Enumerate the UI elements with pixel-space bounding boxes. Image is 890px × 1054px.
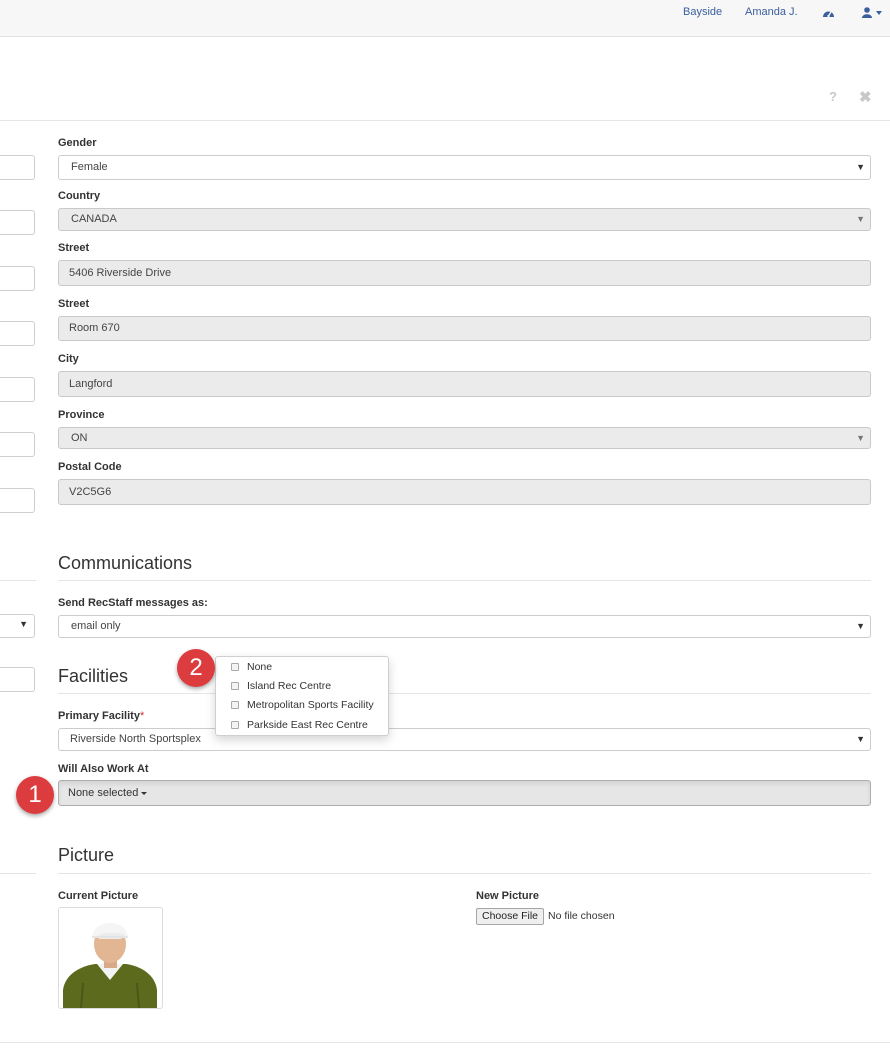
postal-code-value: V2C5G6: [69, 486, 112, 498]
nav-location-link[interactable]: Bayside: [683, 6, 722, 18]
street-label: Street: [58, 242, 90, 254]
option-checkbox[interactable]: [231, 721, 239, 729]
send-messages-value: email only: [71, 620, 121, 632]
footer-divider: [0, 1042, 890, 1043]
gender-value: Female: [71, 161, 108, 173]
caret-down-icon: ▼: [856, 162, 865, 172]
callout-badge-2: 2: [177, 649, 215, 687]
caret-down-icon: ▼: [19, 619, 28, 629]
also-work-at-value: None selected: [68, 787, 139, 799]
option-checkbox[interactable]: [231, 663, 239, 671]
send-messages-select[interactable]: email only ▼: [58, 615, 871, 638]
gender-label: Gender: [58, 137, 97, 149]
option-checkbox[interactable]: [231, 682, 239, 690]
primary-facility-label-text: Primary Facility: [58, 710, 140, 722]
province-select[interactable]: ON ▼: [58, 427, 871, 449]
left-column-input[interactable]: [0, 488, 35, 513]
picture-divider: [58, 873, 871, 874]
left-column-input[interactable]: [0, 432, 35, 457]
dropdown-option-label: Parkside East Rec Centre: [247, 719, 368, 731]
street-line-1-value: 5406 Riverside Drive: [69, 267, 172, 279]
dropdown-option-metropolitan-sports-facility[interactable]: Metropolitan Sports Facility: [216, 696, 388, 715]
callout-badge-1: 1: [16, 776, 54, 814]
left-column-input[interactable]: [0, 667, 35, 692]
gender-select[interactable]: Female ▼: [58, 155, 871, 180]
dropdown-option-island-rec-centre[interactable]: Island Rec Centre: [216, 677, 388, 696]
avatar: [58, 907, 163, 1009]
close-icon[interactable]: ✖: [859, 88, 872, 106]
facilities-section-title: Facilities: [58, 666, 129, 686]
city-value: Langford: [69, 378, 113, 390]
province-label: Province: [58, 409, 105, 421]
option-checkbox[interactable]: [231, 701, 239, 709]
caret-down-icon: ▼: [856, 734, 865, 744]
help-icon[interactable]: ?: [829, 89, 837, 104]
user-icon[interactable]: [862, 7, 884, 19]
top-navbar: Bayside Amanda J.: [0, 0, 890, 37]
default-avatar-image: [63, 923, 157, 1008]
left-column-input[interactable]: [0, 155, 35, 180]
choose-file-button[interactable]: Choose File: [476, 908, 544, 925]
nav-user-name-link[interactable]: Amanda J.: [745, 6, 798, 18]
primary-facility-value: Riverside North Sportsplex: [70, 733, 201, 745]
dropdown-option-label: None: [247, 661, 273, 673]
left-column-input[interactable]: [0, 210, 35, 235]
left-column-input[interactable]: [0, 321, 35, 346]
left-divider: [0, 580, 36, 581]
dropdown-option-parkside-east-rec-centre[interactable]: Parkside East Rec Centre: [216, 716, 388, 735]
dropdown-option-label: Island Rec Centre: [247, 680, 332, 692]
left-column-select[interactable]: ▼: [0, 614, 35, 638]
communications-divider: [58, 580, 871, 581]
left-column-input[interactable]: [0, 266, 35, 291]
dropdown-option-label: Metropolitan Sports Facility: [247, 699, 374, 711]
picture-section-title: Picture: [58, 845, 115, 865]
postal-code-field[interactable]: V2C5G6: [58, 479, 871, 505]
required-marker: *: [139, 710, 145, 722]
caret-down-icon: ▼: [856, 621, 865, 631]
street-label: Street: [58, 298, 90, 310]
also-work-at-label: Will Also Work At: [58, 763, 149, 775]
primary-facility-select[interactable]: Riverside North Sportsplex ▼: [58, 728, 871, 751]
header-divider: [0, 120, 890, 121]
left-divider: [0, 873, 36, 874]
file-status-text: No file chosen: [548, 910, 615, 922]
postal-code-label: Postal Code: [58, 461, 122, 473]
caret-down-icon: [141, 791, 148, 795]
primary-facility-label: Primary Facility*: [58, 710, 144, 722]
street-line-2-field[interactable]: Room 670: [58, 316, 871, 341]
city-field[interactable]: Langford: [58, 371, 871, 397]
dropdown-option-none[interactable]: None: [216, 658, 388, 677]
city-label: City: [58, 353, 79, 365]
facility-multiselect-dropdown: None Island Rec Centre Metropolitan Spor…: [215, 656, 389, 736]
send-messages-label: Send RecStaff messages as:: [58, 597, 208, 609]
dashboard-icon[interactable]: [822, 8, 835, 19]
left-column-input[interactable]: [0, 377, 35, 402]
province-value: ON: [71, 432, 88, 444]
country-select[interactable]: CANADA ▼: [58, 208, 871, 231]
new-picture-label: New Picture: [476, 890, 539, 902]
country-value: CANADA: [71, 213, 117, 225]
street-line-1-field[interactable]: 5406 Riverside Drive: [58, 260, 871, 286]
street-line-2-value: Room 670: [69, 322, 120, 334]
current-picture-label: Current Picture: [58, 890, 139, 902]
facilities-divider: [58, 693, 871, 694]
caret-down-icon: ▼: [856, 433, 865, 443]
communications-section-title: Communications: [58, 553, 193, 573]
caret-down-icon: ▼: [856, 214, 865, 224]
also-work-at-multiselect-button[interactable]: None selected: [58, 780, 871, 806]
country-label: Country: [58, 190, 101, 202]
